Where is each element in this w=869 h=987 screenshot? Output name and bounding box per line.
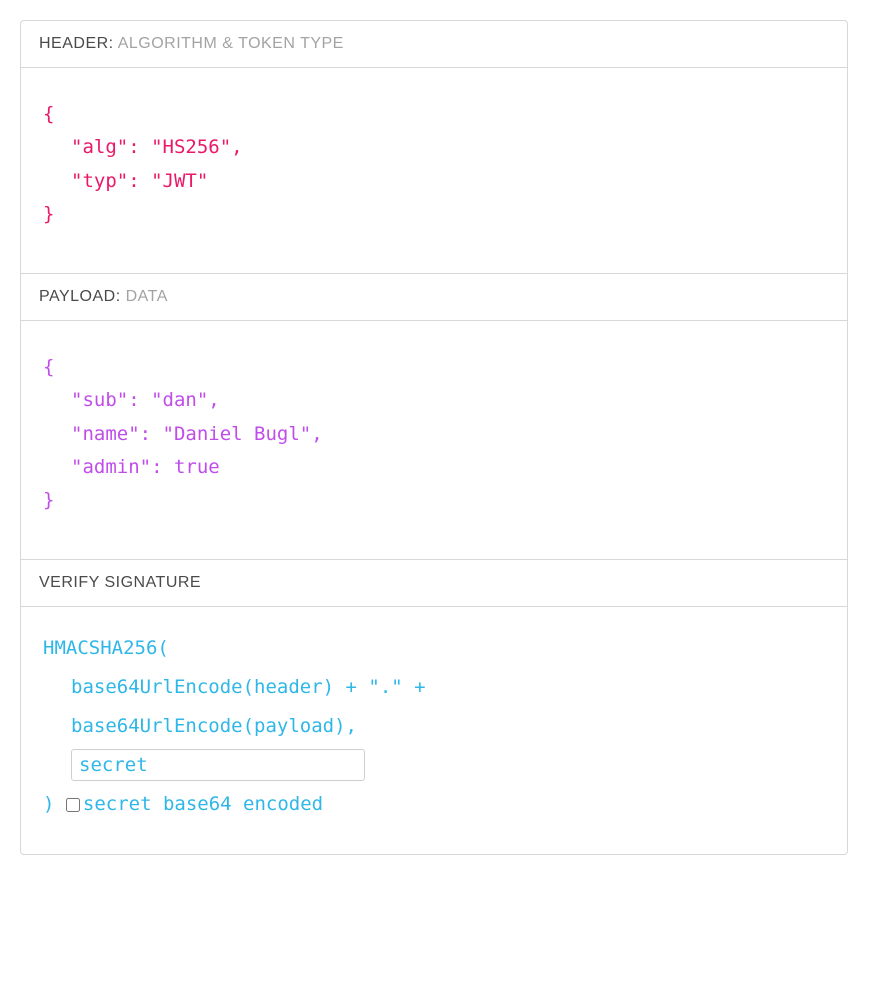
code-line: base64UrlEncode(header) + "." + xyxy=(43,668,825,707)
code-line: { xyxy=(43,98,825,131)
code-line: base64UrlEncode(payload), xyxy=(43,707,825,746)
secret-input[interactable] xyxy=(71,749,365,781)
code-line: { xyxy=(43,351,825,384)
payload-code-block[interactable]: { "sub": "dan", "name": "Daniel Bugl", "… xyxy=(21,321,847,560)
code-line: "admin": true xyxy=(43,451,825,484)
close-paren: ) xyxy=(43,793,66,815)
header-label-dark: HEADER: xyxy=(39,35,114,52)
payload-section-title: PAYLOAD: DATA xyxy=(21,274,847,321)
secret-base64-checkbox[interactable] xyxy=(66,798,80,812)
payload-label-dark: PAYLOAD: xyxy=(39,288,121,305)
code-line: } xyxy=(43,198,825,231)
header-label-light: ALGORITHM & TOKEN TYPE xyxy=(118,35,344,52)
code-line: "alg": "HS256", xyxy=(43,131,825,164)
signature-label-dark: VERIFY SIGNATURE xyxy=(39,574,201,591)
code-line: "sub": "dan", xyxy=(43,384,825,417)
header-section-title: HEADER: ALGORITHM & TOKEN TYPE xyxy=(21,21,847,68)
payload-label-light: DATA xyxy=(126,288,168,305)
code-line: } xyxy=(43,484,825,517)
code-line: HMACSHA256( xyxy=(43,629,825,668)
secret-input-row xyxy=(43,746,825,785)
code-line: "name": "Daniel Bugl", xyxy=(43,418,825,451)
signature-code-block: HMACSHA256( base64UrlEncode(header) + ".… xyxy=(21,607,847,854)
jwt-decoded-panel: HEADER: ALGORITHM & TOKEN TYPE { "alg": … xyxy=(20,20,848,855)
header-code-block[interactable]: { "alg": "HS256", "typ": "JWT" } xyxy=(21,68,847,274)
signature-section-title: VERIFY SIGNATURE xyxy=(21,560,847,607)
secret-base64-label: secret base64 encoded xyxy=(83,785,323,824)
code-line-close: ) secret base64 encoded xyxy=(43,785,825,824)
code-line: "typ": "JWT" xyxy=(43,165,825,198)
